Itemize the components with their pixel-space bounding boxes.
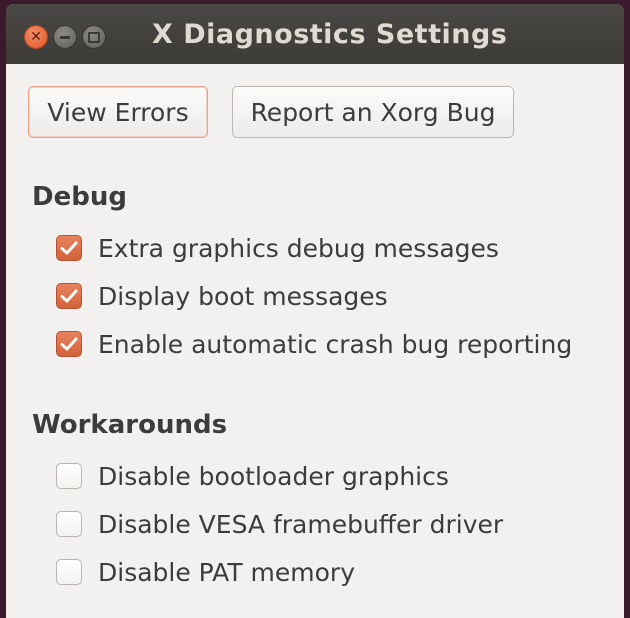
option-label: Extra graphics debug messages bbox=[98, 233, 499, 263]
checkbox-unchecked[interactable] bbox=[56, 559, 82, 585]
view-errors-button[interactable]: View Errors bbox=[28, 86, 208, 138]
checkmark-icon bbox=[60, 241, 78, 255]
maximize-window-button[interactable] bbox=[82, 25, 106, 49]
checkmark-icon bbox=[60, 289, 78, 303]
minimize-icon bbox=[60, 35, 70, 39]
checkbox-checked[interactable] bbox=[56, 283, 82, 309]
checkbox-unchecked[interactable] bbox=[56, 511, 82, 537]
debug-section-title: Debug bbox=[32, 182, 127, 212]
workarounds-section-title: Workarounds bbox=[32, 410, 228, 440]
option-label: Disable bootloader graphics bbox=[98, 461, 449, 491]
option-label: Enable automatic crash bug reporting bbox=[98, 329, 573, 359]
checkbox-checked[interactable] bbox=[56, 235, 82, 261]
title-bar: ✕ X Diagnostics Settings bbox=[6, 4, 624, 64]
maximize-icon bbox=[88, 31, 100, 43]
checkbox-checked[interactable] bbox=[56, 331, 82, 357]
debug-option-boot-messages[interactable]: Display boot messages bbox=[56, 278, 388, 314]
workaround-option-pat-memory[interactable]: Disable PAT memory bbox=[56, 554, 355, 590]
report-xorg-bug-button[interactable]: Report an Xorg Bug bbox=[232, 86, 514, 138]
window-title: X Diagnostics Settings bbox=[152, 19, 508, 50]
debug-option-extra-graphics[interactable]: Extra graphics debug messages bbox=[56, 230, 499, 266]
option-label: Disable PAT memory bbox=[98, 557, 355, 587]
workaround-option-vesa-framebuffer[interactable]: Disable VESA framebuffer driver bbox=[56, 506, 503, 542]
option-label: Disable VESA framebuffer driver bbox=[98, 509, 504, 539]
option-label: Display boot messages bbox=[98, 281, 388, 311]
dialog-window: ✕ X Diagnostics Settings View Errors Rep… bbox=[6, 4, 624, 618]
debug-option-crash-reporting[interactable]: Enable automatic crash bug reporting bbox=[56, 326, 572, 362]
minimize-window-button[interactable] bbox=[53, 25, 77, 49]
close-icon: ✕ bbox=[30, 29, 42, 45]
checkmark-icon bbox=[60, 337, 78, 351]
checkbox-unchecked[interactable] bbox=[56, 463, 82, 489]
close-window-button[interactable]: ✕ bbox=[24, 25, 48, 49]
dialog-content: View Errors Report an Xorg Bug Debug Ext… bbox=[6, 64, 624, 618]
workaround-option-bootloader-graphics[interactable]: Disable bootloader graphics bbox=[56, 458, 449, 494]
